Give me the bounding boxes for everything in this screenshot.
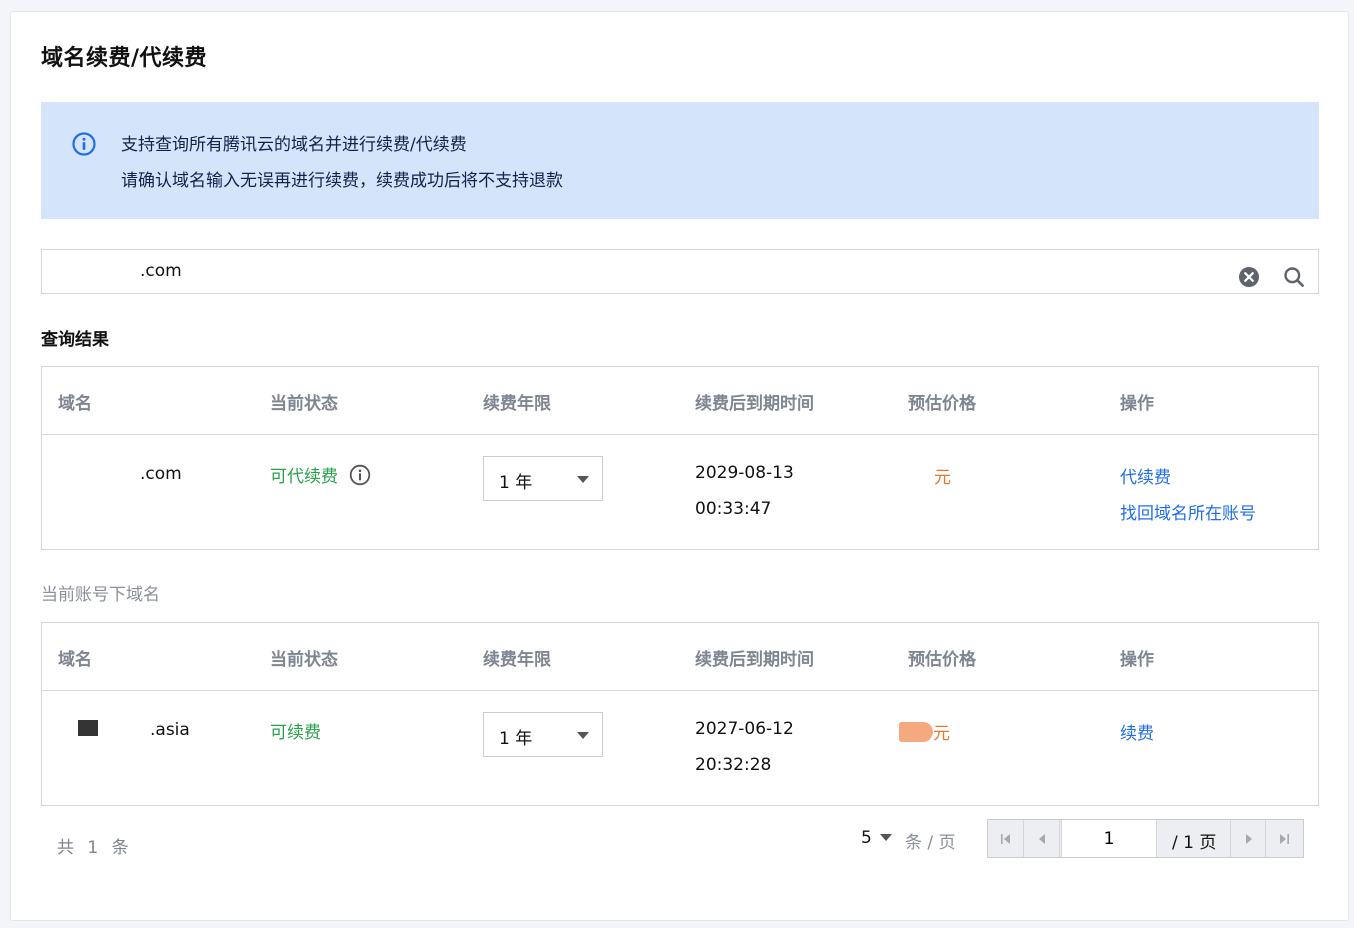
account-domains-table: 域名 当前状态 续费年限 续费后到期时间 预估价格 操作 .asia 可续费 1… bbox=[41, 622, 1319, 806]
header-domain: 域名 bbox=[58, 650, 92, 670]
query-results-title: 查询结果 bbox=[41, 330, 109, 350]
header-price: 预估价格 bbox=[908, 650, 976, 670]
header-actions: 操作 bbox=[1120, 650, 1154, 670]
header-domain: 域名 bbox=[58, 394, 92, 414]
header-status: 当前状态 bbox=[270, 394, 338, 414]
status-info-icon[interactable] bbox=[349, 464, 371, 486]
caret-down-icon bbox=[577, 732, 589, 739]
expire-time: 00:33:47 bbox=[695, 499, 772, 519]
price-cell: 元 bbox=[908, 463, 951, 488]
recover-account-link[interactable]: 找回域名所在账号 bbox=[1120, 499, 1256, 524]
caret-down-icon bbox=[577, 476, 589, 483]
prev-page-button[interactable] bbox=[1024, 820, 1060, 857]
next-page-icon bbox=[1246, 834, 1252, 844]
page-size-value: 5 bbox=[861, 828, 872, 848]
price-unit: 元 bbox=[933, 724, 950, 744]
table-header: 域名 当前状态 续费年限 续费后到期时间 预估价格 操作 bbox=[42, 367, 1318, 435]
search-icon[interactable] bbox=[1283, 266, 1305, 288]
total-pages: / 1 页 bbox=[1172, 833, 1217, 853]
prev-page-icon bbox=[1039, 834, 1045, 844]
page-number-input[interactable] bbox=[1061, 820, 1157, 857]
header-expire: 续费后到期时间 bbox=[695, 394, 814, 414]
renew-link[interactable]: 续费 bbox=[1120, 719, 1154, 744]
price-unit: 元 bbox=[934, 468, 951, 488]
info-icon bbox=[72, 132, 96, 156]
header-actions: 操作 bbox=[1120, 394, 1154, 414]
term-select[interactable]: 1 年 bbox=[483, 456, 603, 501]
main-card: 域名续费/代续费 支持查询所有腾讯云的域名并进行续费/代续费 请确认域名输入无误… bbox=[10, 11, 1349, 921]
first-page-button[interactable] bbox=[988, 820, 1024, 857]
total-count: 共 1 条 bbox=[57, 838, 133, 858]
domain-search-box bbox=[41, 249, 1319, 294]
last-page-button[interactable] bbox=[1266, 820, 1302, 857]
expire-date: 2027-06-12 bbox=[695, 719, 794, 739]
redacted-price bbox=[899, 722, 933, 742]
status-text: 可代续费 bbox=[270, 467, 338, 487]
term-select[interactable]: 1 年 bbox=[483, 712, 603, 757]
price-cell: 元 bbox=[899, 719, 950, 744]
header-price: 预估价格 bbox=[908, 394, 976, 414]
domain-suffix: .asia bbox=[150, 720, 190, 740]
info-notice: 支持查询所有腾讯云的域名并进行续费/代续费 请确认域名输入无误再进行续费，续费成… bbox=[41, 102, 1319, 219]
header-term: 续费年限 bbox=[483, 394, 551, 414]
notice-line-2: 请确认域名输入无误再进行续费，续费成功后将不支持退款 bbox=[121, 171, 563, 191]
next-page-button[interactable] bbox=[1230, 820, 1266, 857]
header-status: 当前状态 bbox=[270, 650, 338, 670]
domain-cell: .com bbox=[58, 464, 182, 484]
table-header: 域名 当前状态 续费年限 续费后到期时间 预估价格 操作 bbox=[42, 623, 1318, 691]
page-title: 域名续费/代续费 bbox=[41, 46, 208, 71]
domain-suffix: .com bbox=[140, 464, 182, 484]
status-text: 可续费 bbox=[270, 723, 321, 743]
caret-down-icon bbox=[879, 834, 892, 841]
header-term: 续费年限 bbox=[483, 650, 551, 670]
redacted-block bbox=[78, 720, 98, 736]
query-results-table: 域名 当前状态 续费年限 续费后到期时间 预估价格 操作 .com 可代续费 1… bbox=[41, 366, 1319, 550]
table-row: .com 可代续费 1 年 2029-08-13 00:33:47 元 代续费 … bbox=[42, 435, 1318, 549]
header-expire: 续费后到期时间 bbox=[695, 650, 814, 670]
last-page-icon bbox=[1280, 834, 1289, 844]
expire-time: 20:32:28 bbox=[695, 755, 772, 775]
domain-search-input[interactable] bbox=[140, 258, 1220, 284]
clear-icon[interactable] bbox=[1238, 266, 1260, 288]
domain-cell: .asia bbox=[78, 720, 190, 740]
page-size-label: 条 / 页 bbox=[905, 833, 956, 853]
table-row: .asia 可续费 1 年 2027-06-12 20:32:28 元 续费 bbox=[42, 691, 1318, 805]
term-select-value: 1 年 bbox=[499, 473, 533, 493]
first-page-icon bbox=[1001, 834, 1010, 844]
term-select-value: 1 年 bbox=[499, 729, 533, 749]
pagination: / 1 页 bbox=[987, 819, 1304, 858]
account-domains-title: 当前账号下域名 bbox=[41, 585, 160, 605]
notice-line-1: 支持查询所有腾讯云的域名并进行续费/代续费 bbox=[121, 135, 467, 155]
proxy-renew-link[interactable]: 代续费 bbox=[1120, 463, 1171, 488]
status-cell: 可代续费 bbox=[270, 462, 371, 487]
expire-date: 2029-08-13 bbox=[695, 463, 794, 483]
page-size-select[interactable]: 5 bbox=[861, 828, 892, 848]
